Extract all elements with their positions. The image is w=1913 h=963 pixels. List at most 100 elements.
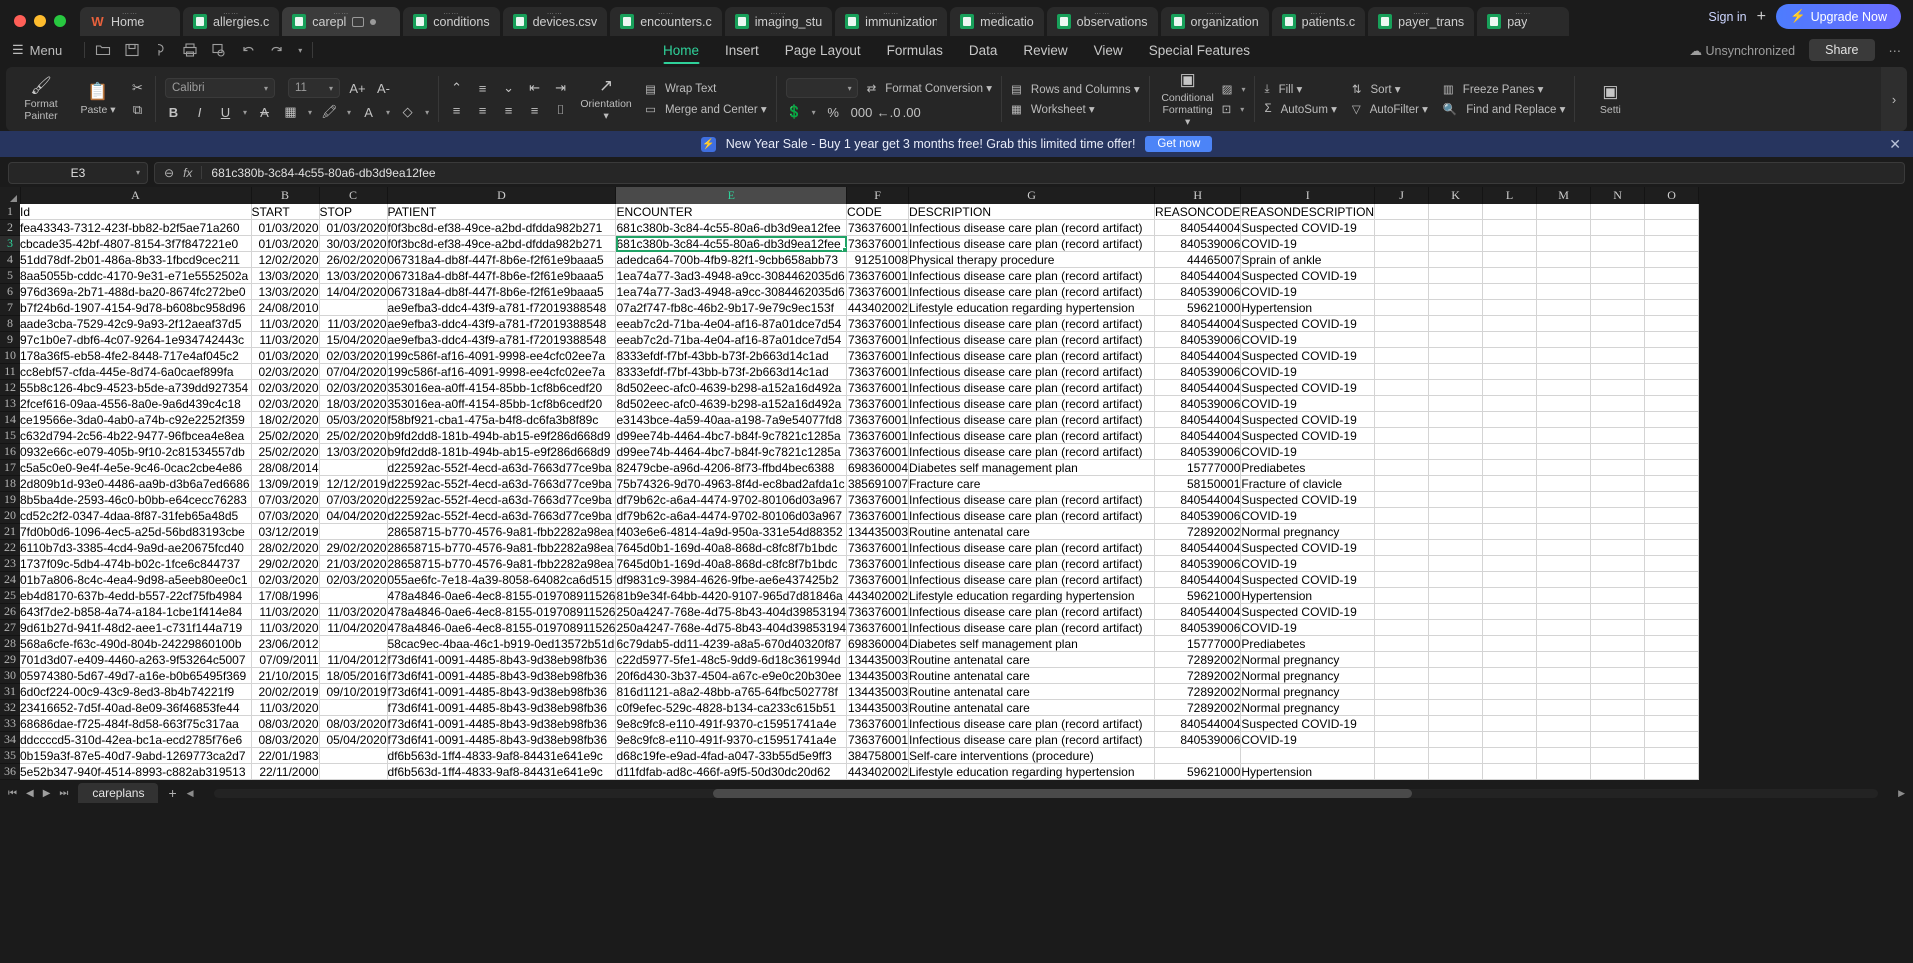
chevron-down-icon[interactable]: ▾ — [298, 46, 302, 55]
grid-cell[interactable]: 58150001 — [1155, 476, 1241, 492]
grid-cell[interactable]: Infectious disease care plan (record art… — [909, 508, 1155, 524]
grid-cell[interactable] — [1429, 236, 1483, 252]
grid-cell[interactable] — [1591, 252, 1645, 268]
grid-cell[interactable]: Suspected COVID-19 — [1241, 220, 1375, 236]
table-header-cell[interactable]: CODE — [847, 204, 909, 220]
grid-cell[interactable]: 2fcef616-09aa-4556-8a0e-9a6d439c4c18 — [20, 396, 251, 412]
row-header-2[interactable]: 2 — [0, 220, 20, 236]
tab-drag-handle[interactable]: ⋯⋯ — [1310, 10, 1326, 18]
document-tab-allergies-c[interactable]: ⋯⋯allergies.c — [183, 7, 279, 36]
grid-cell[interactable]: 840544004 — [1155, 540, 1241, 556]
grid-cell[interactable] — [1591, 572, 1645, 588]
tab-drag-handle[interactable]: ⋯⋯ — [658, 10, 674, 18]
grid-cell[interactable] — [1483, 588, 1537, 604]
copy-button[interactable]: ⧉ — [129, 102, 146, 118]
grid-cell[interactable]: 11/03/2020 — [251, 316, 319, 332]
row-header-13[interactable]: 13 — [0, 396, 20, 412]
grid-cell[interactable]: f73d6f41-0091-4485-8b43-9d38eb98fb36 — [387, 716, 616, 732]
table-row[interactable]: 3223416652-7d5f-40ad-8e09-36f46853fe4411… — [0, 700, 1699, 716]
grid-cell[interactable]: 736376001 — [847, 556, 909, 572]
fill-button[interactable]: ⤓Fill ▾ — [1264, 82, 1336, 96]
sheet-nav-buttons[interactable]: ⏮ ◀ ▶ ⏭ — [8, 788, 68, 799]
grid-cell[interactable] — [1645, 460, 1699, 476]
grid-cell[interactable]: ddccccd5-310d-42ea-bc1a-ecd2785f76e6 — [20, 732, 251, 748]
grid-cell[interactable]: 51dd78df-2b01-486a-8b33-1fbcd9cec211 — [20, 252, 251, 268]
chevron-down-icon[interactable]: ▾ — [812, 108, 816, 117]
column-header-K[interactable]: K — [1429, 187, 1483, 204]
open-folder-icon[interactable] — [95, 42, 111, 58]
fx-icon[interactable]: fx — [183, 166, 192, 180]
column-header-F[interactable]: F — [847, 187, 909, 204]
grid-cell[interactable] — [1537, 460, 1591, 476]
grid-cell[interactable]: 91251008 — [847, 252, 909, 268]
grid-cell[interactable] — [1537, 300, 1591, 316]
grid-cell[interactable]: f73d6f41-0091-4485-8b43-9d38eb98fb36 — [387, 732, 616, 748]
grid-cell[interactable] — [1375, 620, 1429, 636]
grid-cell[interactable] — [1537, 380, 1591, 396]
grid-cell[interactable]: 1ea74a77-3ad3-4948-a9cc-3084462035d6 — [616, 268, 847, 284]
grid-cell[interactable] — [319, 460, 387, 476]
grid-cell[interactable]: 07/03/2020 — [251, 492, 319, 508]
grid-cell[interactable]: Infectious disease care plan (record art… — [909, 236, 1155, 252]
grid-cell[interactable] — [1591, 732, 1645, 748]
row-header-18[interactable]: 18 — [0, 476, 20, 492]
grid-cell[interactable] — [1645, 636, 1699, 652]
grid-cell[interactable] — [1429, 332, 1483, 348]
grid-cell[interactable] — [1537, 524, 1591, 540]
print-icon[interactable] — [182, 42, 198, 58]
column-header-B[interactable]: B — [251, 187, 319, 204]
tab-drag-handle[interactable]: ⋯⋯ — [1515, 10, 1531, 18]
grid-cell[interactable]: 21/10/2015 — [251, 668, 319, 684]
grid-cell[interactable] — [1375, 332, 1429, 348]
grid-cell[interactable]: 15777000 — [1155, 636, 1241, 652]
grid-cell[interactable]: 22/11/2000 — [251, 764, 319, 780]
document-tab-medicatio[interactable]: ⋯⋯medicatio — [950, 7, 1044, 36]
font-name-select[interactable]: Calibri▾ — [165, 78, 275, 98]
grid-cell[interactable]: 8333efdf-f7bf-43bb-b73f-2b663d14c1ad — [616, 364, 847, 380]
font-color-button[interactable]: A — [360, 105, 377, 120]
row-header-25[interactable]: 25 — [0, 588, 20, 604]
grid-cell[interactable] — [319, 636, 387, 652]
grid-cell[interactable] — [1645, 732, 1699, 748]
table-row[interactable]: 3cbcade35-42bf-4807-8154-3f7f847221e001/… — [0, 236, 1699, 252]
chevron-down-icon[interactable]: ▾ — [308, 108, 312, 117]
grid-cell[interactable] — [1429, 684, 1483, 700]
grid-cell[interactable]: Infectious disease care plan (record art… — [909, 332, 1155, 348]
grid-cell[interactable]: eeab7c2d-71ba-4e04-af16-87a01dce7d54 — [616, 332, 847, 348]
grid-cell[interactable]: 04/04/2020 — [319, 508, 387, 524]
sheet-tab-careplans[interactable]: careplans — [78, 783, 158, 803]
grid-cell[interactable] — [1537, 748, 1591, 764]
prev-sheet-button[interactable]: ◀ — [26, 788, 34, 799]
grid-cell[interactable] — [1375, 572, 1429, 588]
table-row[interactable]: 997c1b0e7-dbf6-4c07-9264-1e934742443c11/… — [0, 332, 1699, 348]
grid-cell[interactable]: COVID-19 — [1241, 332, 1375, 348]
distribute-button[interactable]: ⌷ — [552, 102, 569, 118]
grid-cell[interactable] — [1429, 348, 1483, 364]
grid-cell[interactable] — [1483, 620, 1537, 636]
grid-cell[interactable] — [1483, 668, 1537, 684]
grid-cell[interactable]: 97c1b0e7-dbf6-4c07-9264-1e934742443c — [20, 332, 251, 348]
font-size-select[interactable]: 11▾ — [288, 78, 340, 98]
grid-cell[interactable]: 840539006 — [1155, 444, 1241, 460]
grid-cell[interactable]: 25/02/2020 — [251, 444, 319, 460]
grid-cell[interactable]: COVID-19 — [1241, 444, 1375, 460]
grid-cell[interactable]: 01/03/2020 — [251, 236, 319, 252]
grid-cell[interactable] — [1483, 444, 1537, 460]
grid-cell[interactable] — [1429, 444, 1483, 460]
grid-cell[interactable]: Self-care interventions (procedure) — [909, 748, 1155, 764]
grid-cell[interactable]: 13/03/2020 — [319, 444, 387, 460]
grid-cell[interactable] — [1591, 396, 1645, 412]
table-row[interactable]: 231737f09c-5db4-474b-b02c-1fce6c84473729… — [0, 556, 1699, 572]
grid-cell[interactable] — [1483, 348, 1537, 364]
grid-cell[interactable] — [1375, 300, 1429, 316]
grid-cell[interactable]: Routine antenatal care — [909, 668, 1155, 684]
grid-cell[interactable] — [1375, 236, 1429, 252]
grid-cell[interactable] — [1483, 268, 1537, 284]
grid-cell[interactable]: COVID-19 — [1241, 284, 1375, 300]
grid-cell[interactable]: 07/09/2011 — [251, 652, 319, 668]
table-header-cell[interactable] — [1537, 204, 1591, 220]
grid-cell[interactable]: 478a4846-0ae6-4ec8-8155-019708911526 — [387, 604, 616, 620]
grid-cell[interactable]: 72892002 — [1155, 668, 1241, 684]
grid-cell[interactable] — [1429, 460, 1483, 476]
grid-cell[interactable]: 736376001 — [847, 428, 909, 444]
